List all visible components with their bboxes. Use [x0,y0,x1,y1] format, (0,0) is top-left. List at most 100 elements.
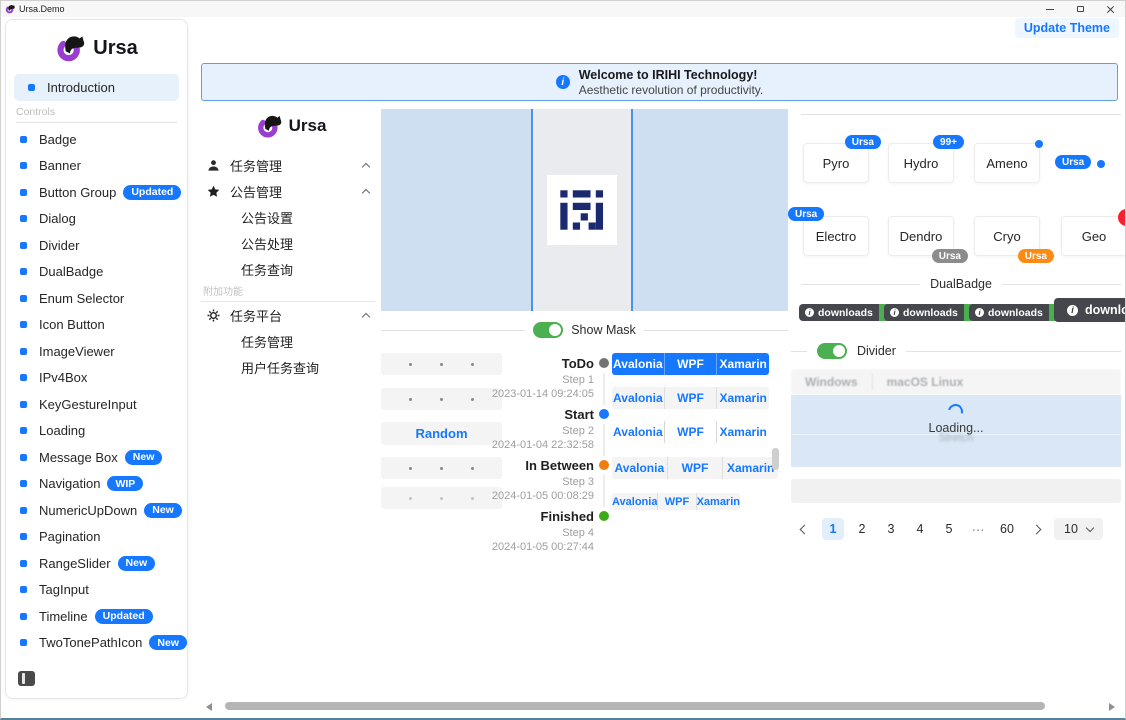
next-page-button[interactable] [1025,518,1047,540]
dot-badge [1035,140,1043,148]
sidebar-item-label: DualBadge [39,264,103,279]
sidebar-item-enum-selector[interactable]: Enum Selector [6,285,187,312]
sidebar-item-divider[interactable]: Divider [6,232,187,259]
page-size-value: 10 [1064,522,1078,536]
menu-item-label: 用户任务查询 [241,358,319,377]
dot-badge [1097,160,1105,168]
xamarin-button[interactable]: Xamarin [716,421,769,443]
page-button-60[interactable]: 60 [996,518,1018,540]
sidebar-item-numericupdown[interactable]: NumericUpDownNew [6,497,187,524]
page-ellipsis[interactable]: ⋯ [967,518,989,540]
sidebar-item-label: Divider [39,238,79,253]
page-button-5[interactable]: 5 [938,518,960,540]
wpf-button[interactable]: WPF [664,421,717,443]
menu-list: 任务管理 公告管理 公告设置 公告处理 任务查询 附加功能 任务平台 任务管理 … [201,152,381,380]
menu-group-task-management[interactable]: 任务管理 [201,152,381,178]
timeline-entry: Finished Step 4 2024-01-05 00:27:44 [469,509,594,553]
prev-page-button[interactable] [793,518,815,540]
divider-line [801,114,1121,115]
timeline-time: 2024-01-04 22:32:58 [469,439,594,451]
xamarin-button[interactable]: Xamarin [722,457,778,479]
vertical-scrollbar-thumb[interactable] [772,448,779,470]
sidebar-item-label: Message Box [39,450,118,465]
sidebar-item-keygestureinput[interactable]: KeyGestureInput [6,391,187,418]
menu-item-announcement-settings[interactable]: 公告设置 [201,204,381,230]
show-mask-row: Show Mask [381,322,788,338]
sidebar-item-introduction[interactable]: Introduction [14,74,179,101]
sidebar-item-label: ImageViewer [39,344,115,359]
sidebar-item-twotonepathicon[interactable]: TwoTonePathIconNew [6,630,187,657]
scroll-right-arrow-icon[interactable] [1109,703,1115,711]
timeline-entry: Start Step 2 2024-01-04 22:32:58 [469,407,594,451]
sidebar-item-loading[interactable]: Loading [6,418,187,445]
minimize-button[interactable] [1035,1,1065,17]
button-group-large: Avalonia WPF Xamarin [612,457,778,479]
avalonia-button[interactable]: Avalonia [612,387,664,409]
sidebar-item-message-box[interactable]: Message BoxNew [6,444,187,471]
xamarin-button[interactable]: Xamarin [716,387,769,409]
image-viewer[interactable] [381,109,788,311]
close-button[interactable] [1095,1,1125,17]
sidebar-item-dualbadge[interactable]: DualBadge [6,259,187,286]
show-mask-toggle[interactable] [533,322,563,338]
xamarin-button[interactable]: Xamarin [716,353,769,375]
avalonia-button[interactable]: Avalonia [612,457,667,479]
sidebar-item-taginput[interactable]: TagInput [6,577,187,604]
timeline-title: ToDo [469,356,594,371]
sidebar-item-banner[interactable]: Banner [6,153,187,180]
banner-text: Welcome to IRIHI Technology! Aesthetic r… [579,68,764,97]
sidebar-item-icon-button[interactable]: Icon Button [6,312,187,339]
wpf-button[interactable]: WPF [664,353,717,375]
sidebar-item-ipv4box[interactable]: IPv4Box [6,365,187,392]
sidebar-item-button-group[interactable]: Button GroupUpdated [6,179,187,206]
timeline-connector [603,373,605,405]
star-icon [207,185,220,198]
avalonia-button[interactable]: Avalonia [612,421,664,443]
page-button-3[interactable]: 3 [880,518,902,540]
page-button-1[interactable]: 1 [822,518,844,540]
sidebar-item-rangeslider[interactable]: RangeSliderNew [6,550,187,577]
menu-item-announcement-handling[interactable]: 公告处理 [201,230,381,256]
chevron-up-icon [362,313,370,321]
status-badge: Updated [123,185,181,200]
ursa-logo-icon [256,113,282,139]
timeline-entry: ToDo Step 1 2023-01-14 09:24:05 [469,356,594,400]
menu-item-task-query[interactable]: 任务查询 [201,256,381,282]
sidebar-item-label: Pagination [39,529,100,544]
dualbadge-left: idownloads [969,304,1049,321]
ursa-badge-orange: Ursa [1018,249,1054,263]
maximize-button[interactable] [1065,1,1095,17]
menu-item-task-management[interactable]: 任务管理 [201,328,381,354]
sidebar-item-label: Icon Button [39,317,105,332]
avalonia-button[interactable]: Avalonia [612,493,657,510]
sidebar-item-badge[interactable]: Badge [6,126,187,153]
scroll-left-arrow-icon[interactable] [206,703,212,711]
menu-group-task-platform[interactable]: 任务平台 [201,302,381,328]
sidebar-item-label: TagInput [39,582,89,597]
wpf-button[interactable]: WPF [664,387,717,409]
info-icon: i [975,308,984,317]
page-button-4[interactable]: 4 [909,518,931,540]
wpf-button[interactable]: WPF [657,493,695,510]
menu-item-user-task-query[interactable]: 用户任务查询 [201,354,381,380]
page-size-select[interactable]: 10 [1054,518,1103,540]
close-icon [1106,5,1115,14]
wpf-button[interactable]: WPF [667,457,723,479]
sidebar-item-navigation[interactable]: NavigationWIP [6,471,187,498]
update-theme-button[interactable]: Update Theme [1015,18,1119,38]
xamarin-button[interactable]: Xamarin [696,493,740,510]
menu-group-announcement[interactable]: 公告管理 [201,178,381,204]
sidebar-item-imageviewer[interactable]: ImageViewer [6,338,187,365]
loading-text: Loading... [791,421,1121,435]
page-button-2[interactable]: 2 [851,518,873,540]
sidebar-item-pagination[interactable]: Pagination [6,524,187,551]
divider-toggle[interactable] [817,343,847,359]
sidebar-item-dialog[interactable]: Dialog [6,206,187,233]
sidebar-item-label: Banner [39,158,81,173]
sidebar-item-label: Enum Selector [39,291,124,306]
sidebar-collapse-icon[interactable] [18,671,35,686]
avalonia-button[interactable]: Avalonia [612,353,664,375]
banner-title: Welcome to IRIHI Technology! [579,68,764,82]
horizontal-scrollbar-thumb[interactable] [225,702,1045,710]
sidebar-item-timeline[interactable]: TimelineUpdated [6,603,187,630]
